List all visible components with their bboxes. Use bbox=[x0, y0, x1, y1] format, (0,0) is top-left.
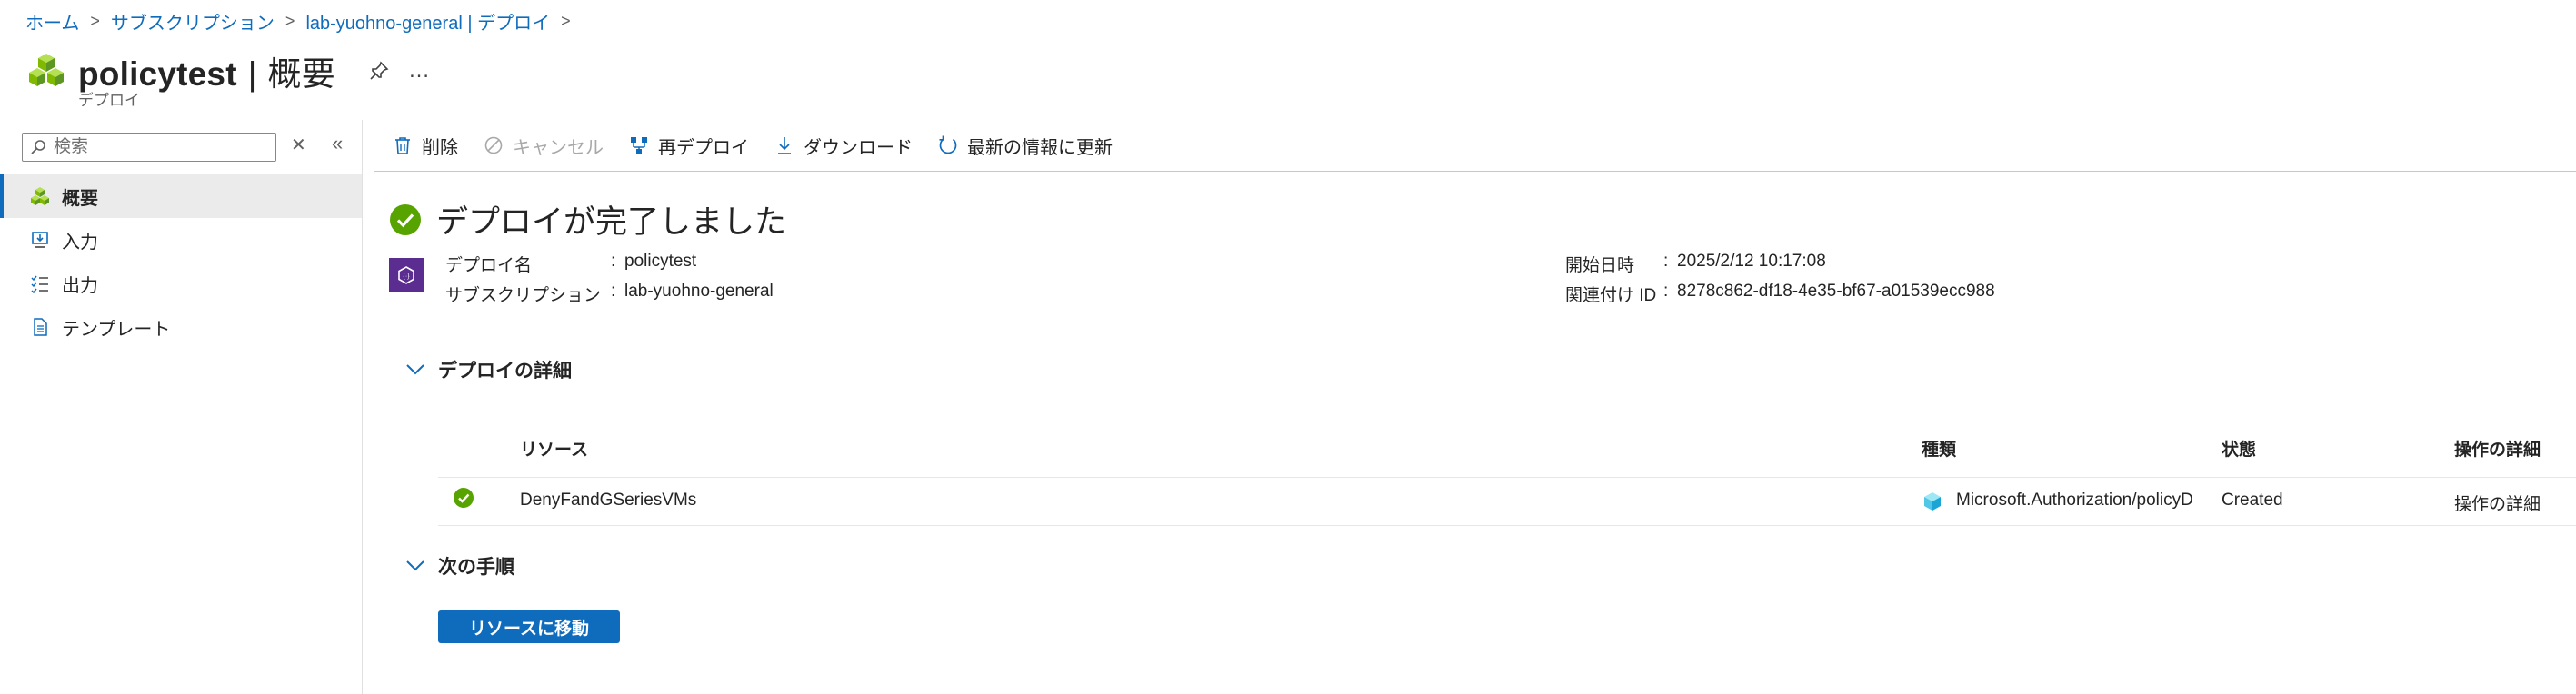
sidebar-divider bbox=[362, 120, 363, 694]
resource-state: Created bbox=[2222, 491, 2283, 510]
redeploy-icon bbox=[627, 134, 651, 157]
next-steps-toggle[interactable]: 次の手順 bbox=[405, 552, 514, 580]
status-heading: デプロイが完了しました bbox=[436, 204, 787, 240]
sidebar-item-overview[interactable]: 概要 bbox=[0, 174, 362, 218]
command-bar: 削除 キャンセル 再デプロイ ダウンロード 最新の情報に更新 bbox=[391, 127, 1136, 164]
operation-details-link[interactable]: 操作の詳細 bbox=[2454, 491, 2541, 515]
sidebar-item-label: 入力 bbox=[62, 232, 98, 253]
overview-cubes-icon bbox=[29, 185, 51, 207]
column-header-resource: リソース bbox=[520, 441, 589, 460]
next-steps-heading: 次の手順 bbox=[438, 557, 514, 578]
breadcrumb-home[interactable]: ホーム bbox=[25, 8, 79, 35]
delete-button[interactable]: 削除 bbox=[391, 133, 458, 159]
colon: : bbox=[611, 282, 616, 301]
pin-icon[interactable] bbox=[366, 58, 392, 84]
download-icon bbox=[773, 134, 796, 157]
deployment-details-heading: デプロイの詳細 bbox=[438, 361, 572, 382]
sidebar-item-label: テンプレート bbox=[62, 319, 171, 340]
column-header-operation: 操作の詳細 bbox=[2454, 441, 2541, 460]
chevron-down-icon bbox=[405, 556, 425, 576]
success-check-icon bbox=[389, 203, 422, 236]
deployment-template-icon: {·} bbox=[389, 258, 424, 292]
breadcrumb-deployment[interactable]: lab-yuohno-general | デプロイ bbox=[305, 8, 550, 35]
deployment-status: デプロイが完了しました bbox=[389, 196, 786, 243]
cancel-label: キャンセル bbox=[513, 137, 604, 158]
table-row: DenyFandGSeriesVMs Microsoft.Authorizati… bbox=[438, 478, 2576, 525]
sidebar-item-template[interactable]: テンプレート bbox=[0, 305, 362, 349]
trash-icon bbox=[391, 134, 414, 157]
sidebar-item-label: 概要 bbox=[62, 188, 98, 209]
start-time-label: 開始日時 bbox=[1565, 256, 1635, 275]
subscription-link[interactable]: lab-yuohno-general bbox=[624, 282, 774, 302]
sidebar: 概要 入力 出力 テンプレート bbox=[0, 174, 362, 349]
deployment-cubes-icon bbox=[27, 52, 65, 90]
column-header-type: 種類 bbox=[1922, 441, 1957, 460]
chevron-right-icon: > bbox=[561, 11, 571, 30]
sidebar-search[interactable] bbox=[22, 133, 276, 162]
clear-search-icon[interactable]: ✕ bbox=[291, 134, 306, 156]
cancel-icon bbox=[482, 134, 505, 157]
colon: : bbox=[611, 252, 616, 271]
resource-type: Microsoft.Authorization/policyD bbox=[1956, 491, 2193, 510]
success-check-icon bbox=[453, 487, 474, 509]
collapse-sidebar-icon[interactable]: « bbox=[332, 132, 343, 155]
sidebar-item-input[interactable]: 入力 bbox=[0, 218, 362, 262]
chevron-right-icon: > bbox=[285, 11, 295, 30]
subscription-label: サブスクリプション bbox=[445, 286, 602, 305]
sidebar-item-label: 出力 bbox=[62, 275, 98, 296]
deployment-details-toggle[interactable]: デプロイの詳細 bbox=[405, 356, 572, 383]
breadcrumb: ホーム > サブスクリプション > lab-yuohno-general | デ… bbox=[25, 7, 582, 35]
deploy-name-label: デプロイ名 bbox=[445, 256, 533, 275]
download-button[interactable]: ダウンロード bbox=[773, 133, 913, 159]
go-to-resource-button[interactable]: リソースに移動 bbox=[438, 610, 620, 643]
template-document-icon bbox=[29, 316, 51, 338]
policy-cube-icon bbox=[1922, 491, 1943, 512]
sidebar-item-output[interactable]: 出力 bbox=[0, 262, 362, 305]
toolbar-divider bbox=[374, 171, 2576, 172]
page-title-sub: 概要 bbox=[267, 55, 335, 93]
page-subtitle: デプロイ bbox=[78, 92, 140, 109]
delete-label: 削除 bbox=[422, 137, 458, 158]
input-icon bbox=[29, 229, 51, 251]
column-header-state: 状態 bbox=[2222, 441, 2257, 460]
search-input[interactable] bbox=[52, 136, 265, 158]
start-time-value: 2025/2/12 10:17:08 bbox=[1677, 252, 1826, 271]
colon: : bbox=[1663, 282, 1669, 301]
refresh-label: 最新の情報に更新 bbox=[967, 137, 1113, 158]
search-icon bbox=[30, 139, 46, 155]
colon: : bbox=[1663, 252, 1669, 271]
output-list-icon bbox=[29, 273, 51, 294]
chevron-down-icon bbox=[405, 360, 425, 380]
cancel-button[interactable]: キャンセル bbox=[482, 133, 604, 159]
chevron-right-icon: > bbox=[90, 11, 100, 30]
correlation-id-label: 関連付け ID bbox=[1565, 286, 1657, 305]
resource-link[interactable]: DenyFandGSeriesVMs bbox=[520, 491, 696, 511]
title-separator: | bbox=[247, 55, 257, 93]
table-row-divider bbox=[438, 525, 2576, 526]
deploy-name-value: policytest bbox=[624, 252, 697, 271]
more-options-icon[interactable]: … bbox=[408, 58, 432, 84]
svg-text:{·}: {·} bbox=[403, 273, 410, 280]
refresh-icon bbox=[936, 134, 960, 157]
redeploy-button[interactable]: 再デプロイ bbox=[627, 133, 749, 159]
download-label: ダウンロード bbox=[804, 137, 913, 158]
redeploy-label: 再デプロイ bbox=[658, 137, 749, 158]
refresh-button[interactable]: 最新の情報に更新 bbox=[936, 133, 1113, 159]
correlation-id-value: 8278c862-df18-4e35-bf67-a01539ecc988 bbox=[1677, 282, 1995, 301]
breadcrumb-subscriptions[interactable]: サブスクリプション bbox=[111, 8, 275, 35]
